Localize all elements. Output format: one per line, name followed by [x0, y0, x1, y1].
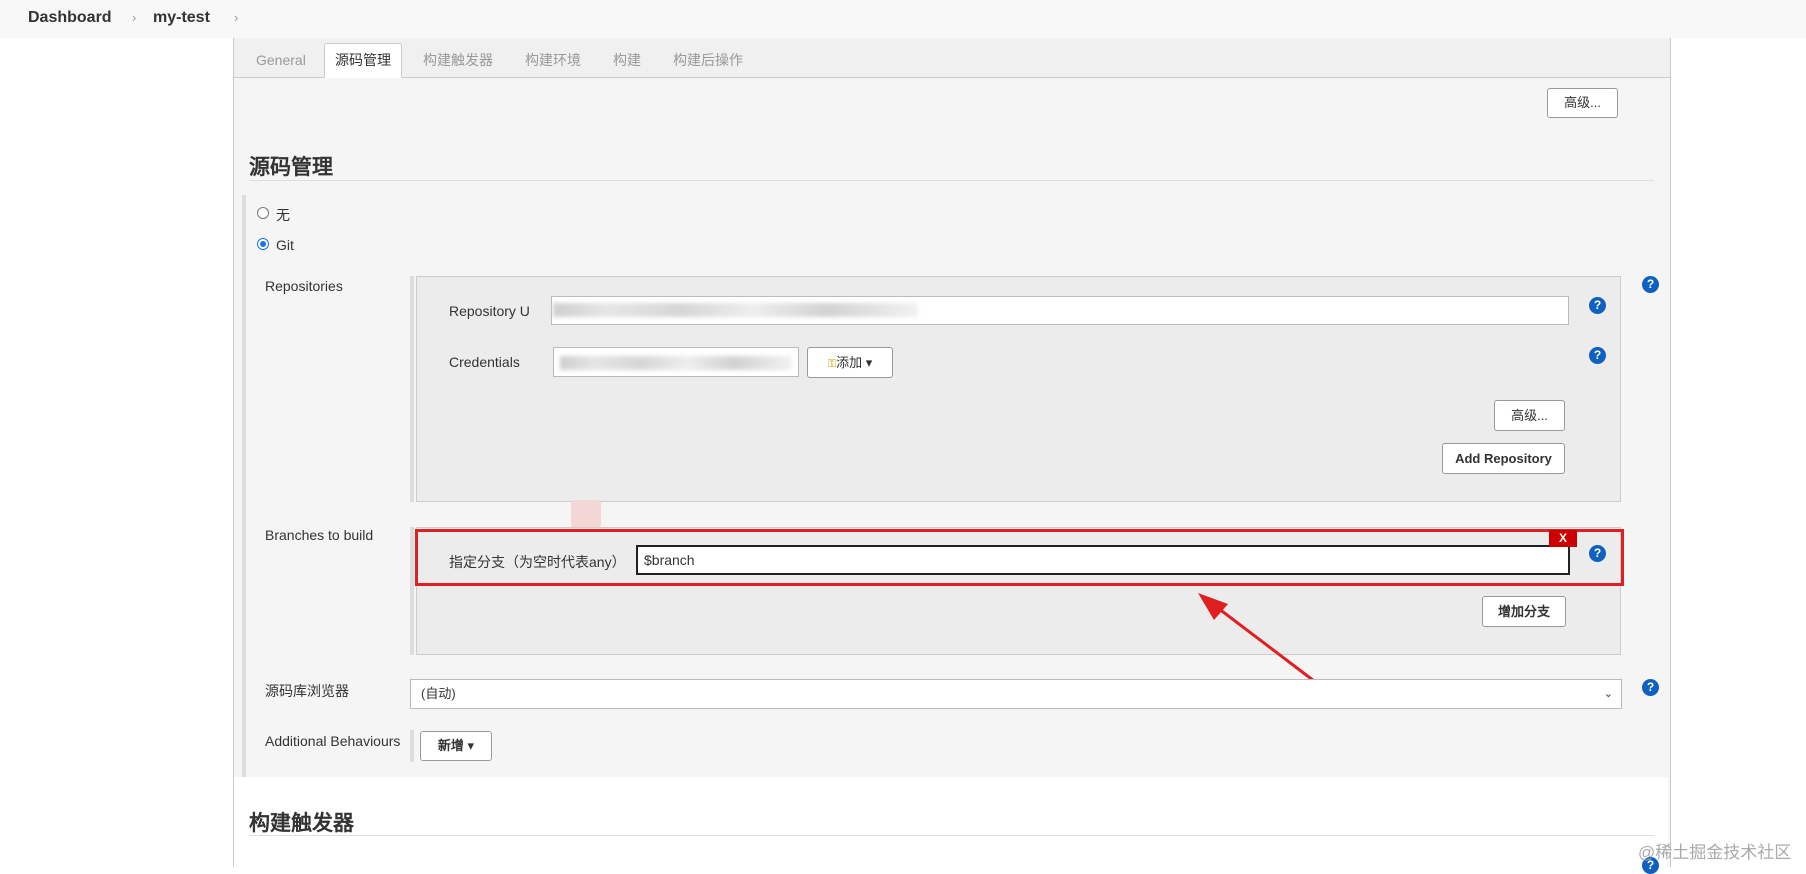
caret-down-icon: ▾ — [467, 738, 475, 753]
breadcrumb-chevron-icon[interactable]: › — [234, 10, 238, 25]
triggers-section-bg — [234, 777, 1668, 867]
radio-git[interactable] — [257, 238, 269, 250]
branches-label: Branches to build — [265, 527, 374, 543]
repository-url-label: Repository U — [449, 303, 530, 319]
add-branch-button[interactable]: 增加分支 — [1482, 596, 1566, 627]
section-title-triggers: 构建触发器 — [249, 812, 354, 835]
additional-behaviours-label: Additional Behaviours — [265, 733, 401, 749]
radio-none[interactable] — [257, 207, 269, 219]
add-behaviour-button[interactable]: 新增 ▾ — [420, 731, 492, 761]
credentials-label: Credentials — [449, 354, 520, 370]
breadcrumb-dashboard[interactable]: Dashboard — [28, 9, 112, 27]
loading-indicator-icon — [571, 500, 601, 528]
help-icon[interactable]: ? — [1589, 297, 1606, 314]
branch-spec-input[interactable]: $branch — [636, 545, 1570, 575]
radio-git-label: Git — [276, 237, 294, 253]
watermark: @稀土掘金技术社区 — [1638, 843, 1792, 862]
repo-browser-label: 源码库浏览器 — [265, 683, 349, 699]
repositories-bar — [410, 276, 414, 502]
branches-bar — [410, 527, 414, 655]
tab-triggers[interactable]: 构建触发器 — [423, 44, 493, 77]
advanced-button[interactable]: 高级... — [1547, 88, 1618, 118]
breadcrumb: Dashboard › my-test › — [0, 0, 1806, 38]
repo-browser-select[interactable]: (自动) ⌄ — [410, 679, 1622, 709]
help-icon[interactable]: ? — [1589, 545, 1606, 562]
tab-general[interactable]: General — [256, 44, 306, 77]
delete-branch-button[interactable]: X — [1549, 530, 1577, 547]
annotation-arrow-icon — [1198, 593, 1323, 689]
redacted-credentials — [560, 356, 792, 370]
tab-build-env[interactable]: 构建环境 — [525, 44, 581, 77]
section-divider — [249, 180, 1654, 181]
section-divider — [249, 835, 1654, 836]
caret-down-icon: ▾ — [865, 355, 873, 370]
add-repository-button[interactable]: Add Repository — [1442, 443, 1565, 474]
tab-post-build[interactable]: 构建后操作 — [673, 44, 743, 77]
branch-spec-label: 指定分支（为空时代表any） — [449, 554, 626, 570]
breadcrumb-chevron-icon[interactable]: › — [132, 10, 136, 25]
repo-advanced-button[interactable]: 高级... — [1494, 400, 1565, 431]
help-icon[interactable]: ? — [1642, 276, 1659, 293]
help-icon[interactable]: ? — [1642, 679, 1659, 696]
section-bar — [242, 195, 246, 777]
tab-scm[interactable]: 源码管理 — [324, 43, 402, 78]
chevron-down-icon: ⌄ — [1603, 688, 1613, 700]
behaviours-bar — [410, 730, 414, 762]
help-icon[interactable]: ? — [1589, 347, 1606, 364]
key-icon: ⚿ — [827, 358, 837, 370]
breadcrumb-job[interactable]: my-test — [153, 9, 210, 27]
redacted-url — [553, 303, 918, 317]
radio-none-label: 无 — [276, 207, 290, 223]
config-tabs: General 源码管理 构建触发器 构建环境 构建 构建后操作 — [234, 38, 1670, 78]
section-title-scm: 源码管理 — [249, 156, 333, 179]
repositories-label: Repositories — [265, 278, 343, 294]
add-credentials-button[interactable]: ⚿添加 ▾ — [807, 347, 893, 378]
tab-build[interactable]: 构建 — [613, 44, 641, 77]
